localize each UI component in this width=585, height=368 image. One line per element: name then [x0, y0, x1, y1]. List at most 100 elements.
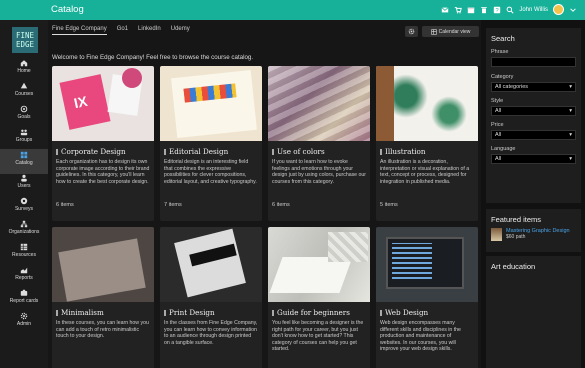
featured-items-panel: Featured items Mastering Graphic Design … — [486, 209, 581, 252]
card-title-row[interactable]: Corporate Design — [52, 141, 154, 159]
catalog-icon — [20, 151, 28, 159]
card-description: Editorial design is an interesting field… — [164, 159, 257, 185]
groups-icon — [20, 128, 28, 136]
sidebar-item-surveys[interactable]: Surveys — [0, 195, 48, 220]
card-title[interactable]: Corporate Design — [61, 147, 126, 156]
card-image[interactable] — [376, 66, 478, 141]
language-select[interactable]: All ▾ — [491, 154, 576, 164]
sidebar-item-home[interactable]: Home — [0, 57, 48, 82]
course-category-card[interactable]: Editorial Design Editorial design is an i… — [160, 66, 262, 221]
calendar-icon[interactable] — [467, 6, 475, 14]
sidebar-item-admin[interactable]: Admin — [0, 310, 48, 335]
top-bar-icons: ? John Willis — [441, 4, 577, 15]
course-category-card[interactable]: Use of colors If you want to learn how to… — [268, 66, 370, 221]
sidebar-item-organizations[interactable]: Organizations — [0, 218, 48, 243]
card-title-row[interactable]: Illustration — [376, 141, 478, 159]
sidebar-item-users[interactable]: Users — [0, 172, 48, 197]
logo[interactable]: FINE EDGE — [12, 27, 38, 53]
catalog-tabs: Fine Edge Company Go1 LinkedIn Udemy — [52, 26, 190, 35]
svg-text:?: ? — [496, 8, 499, 14]
card-title-row[interactable]: Editorial Design — [160, 141, 262, 159]
shopping-cart-icon[interactable] — [454, 6, 463, 14]
search-panel: Search Phrase Category All categories ▾ S… — [486, 28, 581, 203]
card-image[interactable] — [376, 227, 478, 302]
category-icon — [56, 148, 58, 155]
card-title[interactable]: Minimalism — [61, 308, 104, 317]
featured-item[interactable]: Mastering Graphic Design $60 path — [486, 228, 581, 245]
card-title-row[interactable]: Web Design — [376, 302, 478, 320]
card-image[interactable] — [160, 66, 262, 141]
help-icon[interactable]: ? — [493, 6, 501, 14]
card-description: In the classes from Fine Edge Company, y… — [164, 320, 258, 346]
language-label: Language — [491, 146, 516, 152]
sidebar-item-report-cards[interactable]: Report cards — [0, 287, 48, 312]
category-select[interactable]: All categories ▾ — [491, 82, 576, 92]
chevron-down-icon[interactable] — [569, 6, 577, 14]
sidebar-item-label: Courses — [14, 91, 34, 97]
style-select[interactable]: All ▾ — [491, 106, 576, 116]
phrase-label: Phrase — [491, 49, 509, 55]
course-category-card[interactable]: Minimalism In these courses, you can lear… — [52, 227, 154, 368]
card-title-row[interactable]: Guide for beginners — [268, 302, 370, 320]
card-title-row[interactable]: Minimalism — [52, 302, 154, 320]
sidebar-item-label: Goals — [17, 114, 31, 120]
course-category-card[interactable]: IX Corporate Design Each organization has … — [52, 66, 154, 221]
card-title[interactable]: Print Design — [169, 308, 215, 317]
chevron-down-icon: ▾ — [569, 156, 572, 162]
card-item-count — [376, 360, 478, 366]
sidebar-item-catalog[interactable]: Catalog — [0, 149, 48, 174]
category-icon — [272, 148, 274, 155]
card-item-count — [52, 360, 154, 366]
category-icon — [164, 309, 166, 316]
phrase-input[interactable] — [491, 57, 576, 67]
sidebar-item-label: Home — [17, 68, 31, 74]
sidebar-item-courses[interactable]: Courses — [0, 80, 48, 105]
calendar-view-button[interactable]: Calendar view — [422, 26, 479, 37]
course-category-card[interactable]: Web Design Web design encompasses many di… — [376, 227, 478, 368]
top-bar: Catalog ? John Willis — [0, 0, 585, 20]
tab-go1[interactable]: Go1 — [117, 26, 128, 35]
card-image[interactable] — [268, 66, 370, 141]
card-description: Web design encompasses many different sk… — [380, 320, 461, 353]
card-title[interactable]: Illustration — [385, 147, 426, 156]
tab-linkedin[interactable]: LinkedIn — [138, 26, 161, 35]
search-icon[interactable] — [506, 6, 514, 14]
tab-fine-edge-company[interactable]: Fine Edge Company — [52, 26, 107, 35]
sidebar-item-goals[interactable]: Goals — [0, 103, 48, 128]
art-education-panel: Art education — [486, 256, 581, 368]
card-image[interactable] — [268, 227, 370, 302]
trash-icon[interactable] — [480, 6, 488, 14]
goals-icon — [20, 105, 28, 113]
card-image[interactable] — [52, 227, 154, 302]
settings-button[interactable] — [405, 26, 418, 37]
admin-icon — [20, 312, 28, 320]
course-category-card[interactable]: Guide for beginners You feel like becomin… — [268, 227, 370, 368]
tab-udemy[interactable]: Udemy — [171, 26, 190, 35]
card-item-count: 6 items — [272, 202, 290, 208]
report-cards-icon — [20, 289, 28, 297]
card-title-row[interactable]: Use of colors — [268, 141, 370, 159]
sidebar-item-groups[interactable]: Groups — [0, 126, 48, 151]
card-title[interactable]: Editorial Design — [169, 147, 228, 156]
card-title[interactable]: Web Design — [385, 308, 428, 317]
style-value: All — [495, 108, 502, 114]
card-image[interactable]: IX — [52, 66, 154, 141]
organizations-icon — [20, 220, 28, 228]
price-value: All — [495, 132, 502, 138]
avatar[interactable] — [553, 4, 564, 15]
sidebar-item-resources[interactable]: Resources — [0, 241, 48, 266]
card-image[interactable] — [160, 227, 262, 302]
sidebar-item-reports[interactable]: Reports — [0, 264, 48, 289]
card-title[interactable]: Guide for beginners — [277, 308, 350, 317]
course-category-card[interactable]: Illustration An illustration is a decorat… — [376, 66, 478, 221]
card-title-row[interactable]: Print Design — [160, 302, 262, 320]
course-category-card[interactable]: Print Design In the classes from Fine Edg… — [160, 227, 262, 368]
user-name[interactable]: John Willis — [519, 7, 548, 13]
price-select[interactable]: All ▾ — [491, 130, 576, 140]
card-title[interactable]: Use of colors — [277, 147, 325, 156]
card-description: In these courses, you can learn how you … — [56, 320, 149, 340]
search-panel-title: Search — [491, 34, 515, 43]
chevron-down-icon: ▾ — [569, 108, 572, 114]
card-item-count — [160, 360, 262, 366]
mail-icon[interactable] — [441, 6, 449, 14]
